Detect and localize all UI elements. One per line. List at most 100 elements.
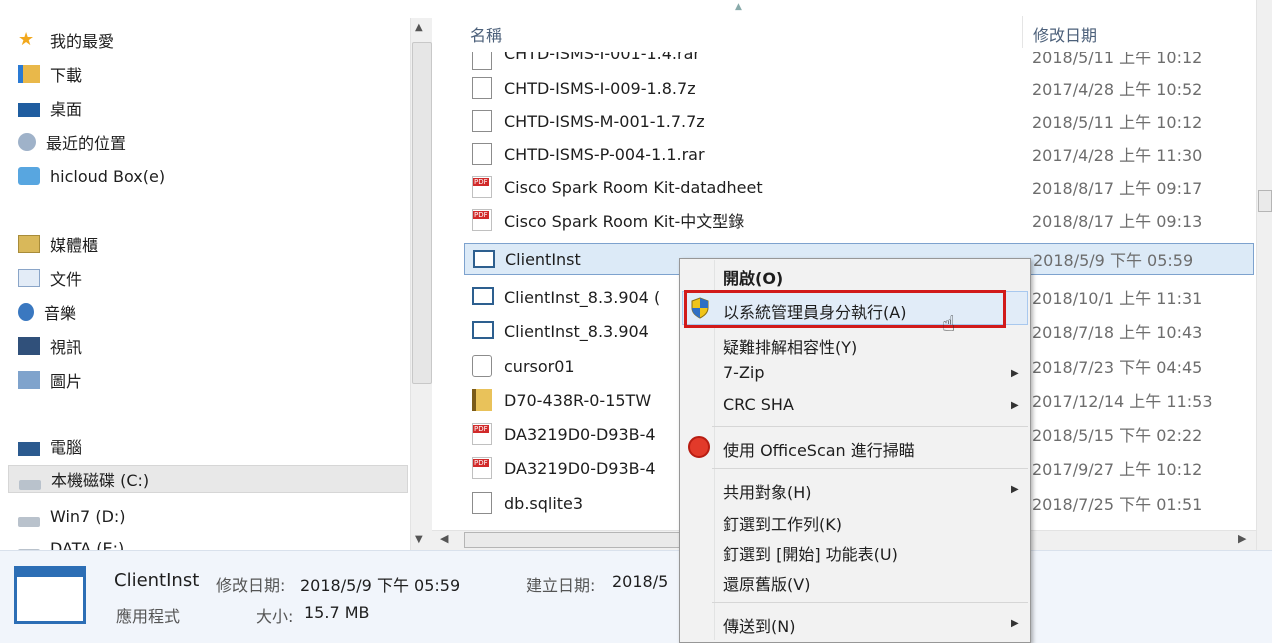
menu-item-send-to[interactable]: 傳送到(N) — [723, 613, 795, 637]
nav-drive-c[interactable]: 本機磁碟 (C:) — [8, 465, 408, 493]
details-created-label: 建立日期: — [526, 576, 596, 595]
file-name: CHTD-ISMS-P-004-1.1.rar — [504, 144, 705, 164]
file-date: 2018/5/11 上午 10:12 — [1032, 52, 1203, 67]
menu-item-restore-previous[interactable]: 還原舊版(V) — [723, 571, 810, 595]
file-date: 2018/5/11 上午 10:12 — [1032, 113, 1203, 132]
nav-desktop-label: 桌面 — [50, 100, 83, 119]
file-name: Cisco Spark Room Kit-中文型錄 — [504, 212, 745, 231]
details-size-value: 15.7 MB — [304, 603, 370, 622]
file-date: 2018/10/1 上午 11:31 — [1032, 289, 1203, 308]
details-file-name: ClientInst — [114, 570, 200, 591]
scroll-down-arrow-icon[interactable]: ▼ — [415, 534, 423, 545]
menu-item-crc-sha[interactable]: CRC SHA — [723, 395, 794, 414]
pdf-icon — [472, 176, 492, 198]
music-icon — [18, 303, 34, 321]
menu-separator — [712, 426, 1028, 427]
horizontal-scrollbar-thumb[interactable] — [464, 532, 684, 548]
nav-documents-label: 文件 — [50, 270, 83, 289]
details-created-value: 2018/5 — [612, 572, 669, 591]
file-row[interactable]: CHTD-ISMS-I-001-1.4.rar 2018/5/11 上午 10:1… — [464, 52, 1254, 72]
nav-recent[interactable]: 最近的位置 — [18, 128, 126, 156]
nav-music[interactable]: 音樂 — [18, 298, 76, 326]
file-name: Cisco Spark Room Kit-datadheet — [504, 177, 763, 197]
file-row[interactable]: Cisco Spark Room Kit-中文型錄 2018/8/17 上午 09… — [464, 204, 1254, 236]
scroll-left-arrow-icon[interactable]: ◀ — [440, 532, 448, 545]
column-divider — [1022, 16, 1023, 48]
nav-music-label: 音樂 — [44, 304, 77, 323]
officescan-icon — [688, 436, 710, 458]
file-date: 2017/12/14 上午 11:53 — [1032, 392, 1213, 411]
menu-item-officescan[interactable]: 使用 OfficeScan 進行掃瞄 — [723, 437, 915, 461]
menu-item-share-with[interactable]: 共用對象(H) — [723, 479, 812, 503]
menu-item-open[interactable]: 開啟(O) — [723, 265, 783, 289]
nav-drive-e[interactable]: DATA (E:) — [18, 534, 124, 550]
file-icon — [472, 77, 492, 99]
menu-item-pin-taskbar[interactable]: 釘選到工作列(K) — [723, 511, 842, 535]
file-row[interactable]: CHTD-ISMS-M-001-1.7.7z 2018/5/11 上午 10:12 — [464, 105, 1254, 137]
nav-drive-d[interactable]: Win7 (D:) — [18, 502, 126, 530]
file-date: 2018/7/18 上午 10:43 — [1032, 323, 1203, 342]
filelist-vertical-scrollbar[interactable] — [1256, 0, 1272, 550]
pictures-icon — [18, 371, 40, 389]
nav-documents[interactable]: 文件 — [18, 264, 82, 292]
nav-videos[interactable]: 視訊 — [18, 332, 82, 360]
downloads-folder-icon — [18, 65, 40, 83]
details-modified-value: 2018/5/9 下午 05:59 — [300, 576, 461, 595]
menu-separator — [712, 602, 1028, 603]
file-name: ClientInst — [505, 249, 581, 269]
file-name: DA3219D0-D93B-4 — [504, 424, 656, 444]
file-date: 2017/4/28 上午 10:52 — [1032, 80, 1203, 99]
file-date: 2017/9/27 上午 10:12 — [1032, 460, 1203, 479]
file-row[interactable]: CHTD-ISMS-I-009-1.8.7z 2017/4/28 上午 10:52 — [464, 72, 1254, 104]
menu-item-7zip[interactable]: 7-Zip — [723, 363, 765, 382]
column-header-date[interactable]: 修改日期 — [1033, 22, 1097, 46]
nav-libraries[interactable]: 媒體櫃 — [18, 230, 98, 258]
library-icon — [18, 235, 40, 253]
nav-drive-e-label: DATA (E:) — [50, 538, 125, 551]
submenu-arrow-icon: ▶ — [1011, 400, 1019, 411]
nav-pictures[interactable]: 圖片 — [18, 366, 82, 394]
file-date: 2017/4/28 上午 11:30 — [1032, 146, 1203, 165]
submenu-arrow-icon: ▶ — [1011, 618, 1019, 629]
details-file-type: 應用程式 — [116, 607, 181, 626]
file-name: cursor01 — [504, 356, 575, 376]
filelist-scrollbar-thumb[interactable] — [1258, 190, 1272, 212]
file-name: DA3219D0-D93B-4 — [504, 458, 656, 478]
nav-downloads-label: 下載 — [50, 66, 83, 85]
file-name: CHTD-ISMS-I-001-1.4.rar — [504, 52, 700, 63]
nav-favorites[interactable]: 我的最愛 — [18, 26, 114, 54]
file-date: 2018/8/17 上午 09:13 — [1032, 212, 1203, 231]
scroll-right-arrow-icon[interactable]: ▶ — [1238, 532, 1246, 545]
file-row[interactable]: CHTD-ISMS-P-004-1.1.rar 2017/4/28 上午 11:3… — [464, 138, 1254, 170]
computer-icon — [18, 442, 40, 456]
cursor-file-icon — [472, 355, 492, 377]
menu-separator — [712, 468, 1028, 469]
file-name: CHTD-ISMS-M-001-1.7.7z — [504, 111, 705, 131]
desktop-icon — [18, 103, 40, 117]
mouse-cursor-icon: ☝ — [942, 312, 956, 337]
documents-icon — [18, 269, 40, 287]
nav-computer[interactable]: 電腦 — [18, 432, 82, 460]
drive-icon — [19, 480, 41, 490]
file-date: 2018/7/25 下午 01:51 — [1032, 495, 1203, 514]
nav-desktop[interactable]: 桌面 — [18, 94, 82, 122]
details-size-label: 大小: — [256, 607, 294, 626]
nav-videos-label: 視訊 — [50, 338, 83, 357]
file-date: 2018/7/23 下午 04:45 — [1032, 358, 1203, 377]
nav-drive-d-label: Win7 (D:) — [50, 506, 126, 526]
zip-folder-icon — [472, 389, 492, 411]
details-modified-label: 修改日期: — [216, 576, 286, 595]
menu-item-troubleshoot[interactable]: 疑難排解相容性(Y) — [723, 334, 857, 358]
scroll-up-arrow-icon[interactable]: ▲ — [415, 22, 423, 33]
nav-libraries-label: 媒體櫃 — [50, 236, 99, 255]
column-header-name[interactable]: 名稱 — [470, 22, 502, 46]
video-icon — [18, 337, 40, 355]
nav-hicloud[interactable]: hicloud Box(e) — [18, 162, 165, 190]
details-pane — [0, 550, 1272, 643]
app-icon — [472, 287, 494, 305]
menu-item-pin-start[interactable]: 釘選到 [開始] 功能表(U) — [723, 541, 898, 565]
nav-scrollbar-thumb[interactable] — [412, 42, 432, 384]
drive-icon — [18, 517, 40, 527]
file-row[interactable]: Cisco Spark Room Kit-datadheet 2018/8/17 … — [464, 171, 1254, 203]
nav-downloads[interactable]: 下載 — [18, 60, 82, 88]
